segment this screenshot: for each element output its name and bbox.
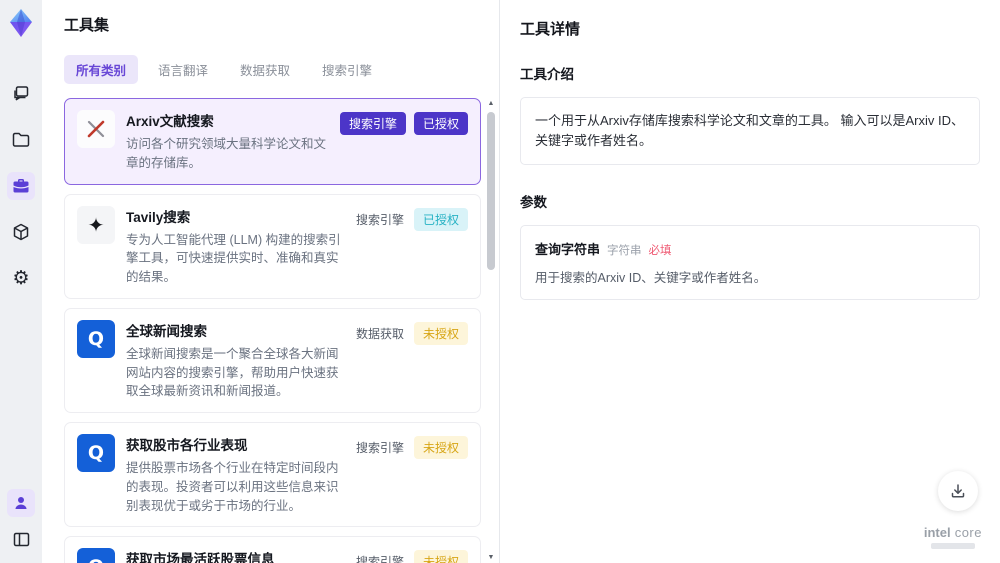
intro-box: 一个用于从Arxiv存储库搜索科学论文和文章的工具。 输入可以是Arxiv ID…	[520, 97, 980, 166]
category-tabs: 所有类别 语言翻译 数据获取 搜索引擎	[64, 55, 499, 84]
category-badge: 搜索引擎	[355, 441, 404, 455]
download-icon	[949, 482, 967, 500]
tool-list-panel: 工具集 所有类别 语言翻译 数据获取 搜索引擎 Arxiv文献搜索 访问各个研究…	[42, 0, 500, 563]
tool-description: 访问各个研究领域大量科学论文和文章的存储库。	[126, 137, 327, 170]
tab-all-categories[interactable]: 所有类别	[64, 55, 139, 84]
tool-detail-panel: 工具详情 工具介绍 一个用于从Arxiv存储库搜索科学论文和文章的工具。 输入可…	[500, 0, 1000, 563]
tab-data-fetch[interactable]: 数据获取	[228, 55, 302, 84]
panel-toggle-button[interactable]	[7, 525, 35, 553]
auth-status-badge: 未授权	[413, 550, 468, 563]
param-description: 用于搜索的Arxiv ID、关键字或作者姓名。	[535, 271, 767, 286]
panel-toggle-icon	[12, 530, 31, 549]
category-badge: 搜索引擎	[339, 112, 406, 135]
sidebar-item-settings[interactable]: ⚙	[7, 264, 35, 292]
tool-name: Arxiv文献搜索	[126, 114, 214, 129]
tool-name: 全球新闻搜索	[126, 323, 207, 339]
tool-name: 获取市场最活跃股票信息	[126, 552, 275, 563]
tool-description: 全球新闻搜索是一个聚合全球各大新闻网站内容的搜索引擎，帮助用户快速获取全球最新资…	[126, 346, 339, 399]
stock-tool-logo-icon: Q	[77, 548, 115, 563]
sidebar-item-models[interactable]	[7, 218, 35, 246]
chat-icon	[11, 84, 31, 104]
auth-status-badge: 未授权	[413, 321, 468, 345]
sidebar-item-files[interactable]	[7, 126, 35, 154]
tab-search-engine[interactable]: 搜索引擎	[310, 55, 384, 84]
folder-icon	[11, 130, 31, 150]
tool-list-scroll-area: Arxiv文献搜索 访问各个研究领域大量科学论文和文章的存储库。 搜索引擎 已授…	[64, 98, 499, 563]
stock-tool-logo-icon: Q	[77, 434, 115, 472]
tool-card-global-news[interactable]: Q 全球新闻搜索 全球新闻搜索是一个聚合全球各大新闻网站内容的搜索引擎，帮助用户…	[64, 307, 481, 413]
param-name: 查询字符串	[535, 242, 601, 258]
sidebar-item-tools[interactable]	[7, 172, 35, 200]
category-badge: 搜索引擎	[355, 212, 404, 227]
tool-card-tavily[interactable]: ✦ Tavily搜索 专为人工智能代理 (LLM) 构建的搜索引擎工具，可快速提…	[64, 193, 481, 299]
tool-list: Arxiv文献搜索 访问各个研究领域大量科学论文和文章的存储库。 搜索引擎 已授…	[64, 98, 481, 563]
auth-status-badge: 已授权	[413, 112, 468, 135]
cube-icon	[11, 222, 31, 242]
auth-status-badge: 未授权	[413, 436, 468, 459]
tavily-logo-icon: ✦	[77, 205, 115, 244]
user-icon	[12, 494, 30, 512]
tool-card-arxiv[interactable]: Arxiv文献搜索 访问各个研究领域大量科学论文和文章的存储库。 搜索引擎 已授…	[64, 98, 481, 185]
app-logo[interactable]	[6, 8, 36, 38]
param-type: 字符串	[607, 245, 642, 258]
intel-core-logo: intel core	[924, 525, 982, 549]
user-avatar-button[interactable]	[7, 489, 35, 517]
scrollbar-thumb[interactable]	[487, 112, 495, 270]
auth-status-badge: 已授权	[413, 207, 468, 231]
category-badge: 搜索引擎	[355, 555, 404, 563]
page-title: 工具集	[64, 17, 110, 34]
arxiv-logo-icon	[77, 110, 115, 148]
list-scrollbar[interactable]: ▲ ▼	[485, 100, 497, 561]
category-badge: 数据获取	[355, 326, 404, 341]
briefcase-icon	[11, 176, 31, 196]
tool-name: Tavily搜索	[126, 209, 191, 225]
scrollbar-down-arrow[interactable]: ▼	[485, 554, 497, 561]
tool-description: 专为人工智能代理 (LLM) 构建的搜索引擎工具，可快速提供实时、准确和真实的结…	[126, 232, 341, 285]
news-search-logo-icon: Q	[77, 319, 115, 358]
tool-description: 提供股票市场各个行业在特定时间段内的表现。投资者可以利用这些信息来识别表现优于或…	[126, 461, 339, 513]
detail-title: 工具详情	[520, 21, 581, 38]
tab-language-translation[interactable]: 语言翻译	[146, 55, 220, 84]
download-button[interactable]	[938, 471, 978, 511]
left-rail: ⚙	[0, 0, 42, 563]
intro-heading: 工具介绍	[520, 67, 574, 82]
scrollbar-up-arrow[interactable]: ▲	[485, 100, 497, 107]
tool-card-sector-performance[interactable]: Q 获取股市各行业表现 提供股票市场各个行业在特定时间段内的表现。投资者可以利用…	[64, 422, 481, 528]
params-heading: 参数	[520, 195, 547, 211]
gear-icon: ⚙	[12, 266, 30, 289]
param-box: 查询字符串 字符串 必填 用于搜索的Arxiv ID、关键字或作者姓名。	[520, 225, 980, 301]
sidebar-item-chat[interactable]	[7, 80, 35, 108]
intro-text: 一个用于从Arxiv存储库搜索科学论文和文章的工具。 输入可以是Arxiv ID…	[535, 113, 965, 149]
tool-name: 获取股市各行业表现	[126, 438, 248, 453]
tool-card-most-active-stocks[interactable]: Q 获取市场最活跃股票信息 提供当天交易量最高的股票列表，投资者可以利用这些信息…	[64, 536, 481, 563]
param-required-badge: 必填	[648, 245, 672, 258]
